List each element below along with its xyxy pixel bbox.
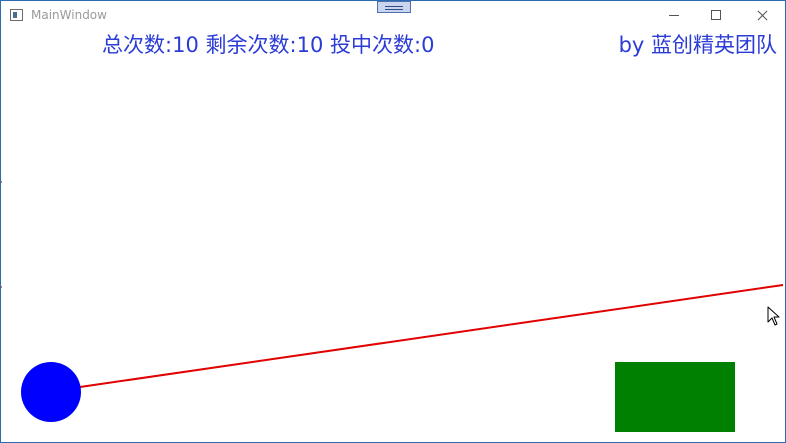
target-box [615, 362, 735, 432]
mouse-cursor-icon [767, 306, 780, 326]
game-canvas[interactable] [0, 0, 786, 443]
ball[interactable] [21, 362, 81, 422]
